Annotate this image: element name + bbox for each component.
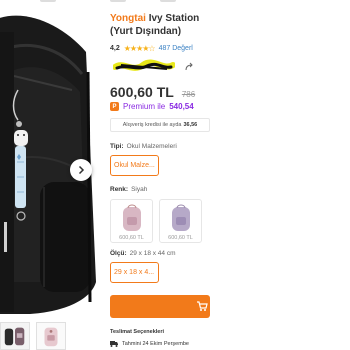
backpack-thumbnail-icon [1,323,29,349]
premium-badge-icon: P [110,102,119,111]
rating-value: 4,2 [110,45,120,52]
share-icon[interactable] [184,62,194,72]
premium-price: 540,54 [169,102,194,111]
size-option-chip[interactable]: 29 x 18 x 4... [110,262,159,283]
size-label: Ölçü: [110,250,127,257]
color-attribute: Renk: Siyah [110,186,350,193]
truck-icon [110,341,118,347]
size-attribute: Ölçü: 29 x 18 x 44 cm [110,250,350,257]
thumbnail-strip [0,322,66,350]
color-option-pink[interactable]: 600,60 TL [110,199,153,243]
price-row: 600,60 TL 786 [110,84,350,100]
chevron-right-icon [78,165,85,175]
size-value: 29 x 18 x 44 cm [129,250,176,257]
premium-label: Premium ile [123,102,166,111]
redacted-scribble-icon [113,59,175,71]
installment-info[interactable]: Alışveriş kredisi ile ayda 36,56 [110,118,210,132]
color-value: Siyah [131,186,148,193]
star-rating-icon: ★★★★☆ [123,44,156,53]
top-crop-mark [160,0,176,2]
product-price: 600,60 TL [110,84,174,100]
page-top-edge [0,0,350,4]
top-crop-mark [110,0,126,2]
delivery-estimate-row: Tahmini 24 Ekim Perşembe [110,340,350,347]
color-option-lavender[interactable]: 600,60 TL [159,199,202,243]
brand-link[interactable]: Yongtai [110,13,146,24]
old-price: 786 [181,90,196,99]
installment-amount: 36,56 [183,122,198,128]
product-image-gallery [0,12,100,318]
color-options: 600,60 TL 600,60 TL [110,199,350,243]
thumbnail-2[interactable] [36,322,66,350]
type-label: Tipi: [110,143,124,150]
pink-backpack-icon [122,204,141,231]
product-title: Yongtai Ivy Station [110,12,350,25]
premium-price-row: P Premium ile 540,54 [110,102,350,111]
lavender-backpack-icon [171,204,190,231]
color-option-price: 600,60 TL [168,235,193,241]
type-attribute: Tipi: Okul Malzemeleri [110,143,350,150]
seller-row [110,59,350,77]
backpack-thumbnail-icon [37,323,65,349]
delivery-options-title: Teslimat Seçenekleri [110,329,165,335]
color-label: Renk: [110,186,129,193]
product-title-text: Ivy Station [148,13,200,24]
product-title-line2: (Yurt Dışından) [110,26,182,37]
color-option-price: 600,60 TL [119,235,144,241]
type-option-chip[interactable]: Okul Malze... [110,155,159,176]
top-crop-mark [40,0,56,2]
delivery-estimate: Tahmini 24 Ekim Perşembe [122,340,189,347]
type-value: Okul Malzemeleri [126,143,177,150]
thumbnail-1[interactable] [0,322,30,350]
gallery-next-button[interactable] [70,159,92,181]
rating-row: 4,2 ★★★★☆ 487 Değerl [110,44,350,53]
cart-icon [197,301,208,311]
product-info-panel: Yongtai Ivy Station (Yurt Dışından) 4,2 … [110,12,350,347]
add-to-cart-button[interactable] [110,295,210,318]
review-count-link[interactable]: 487 Değerl [159,45,193,52]
installment-text: Alışveriş kredisi ile ayda [122,122,182,128]
